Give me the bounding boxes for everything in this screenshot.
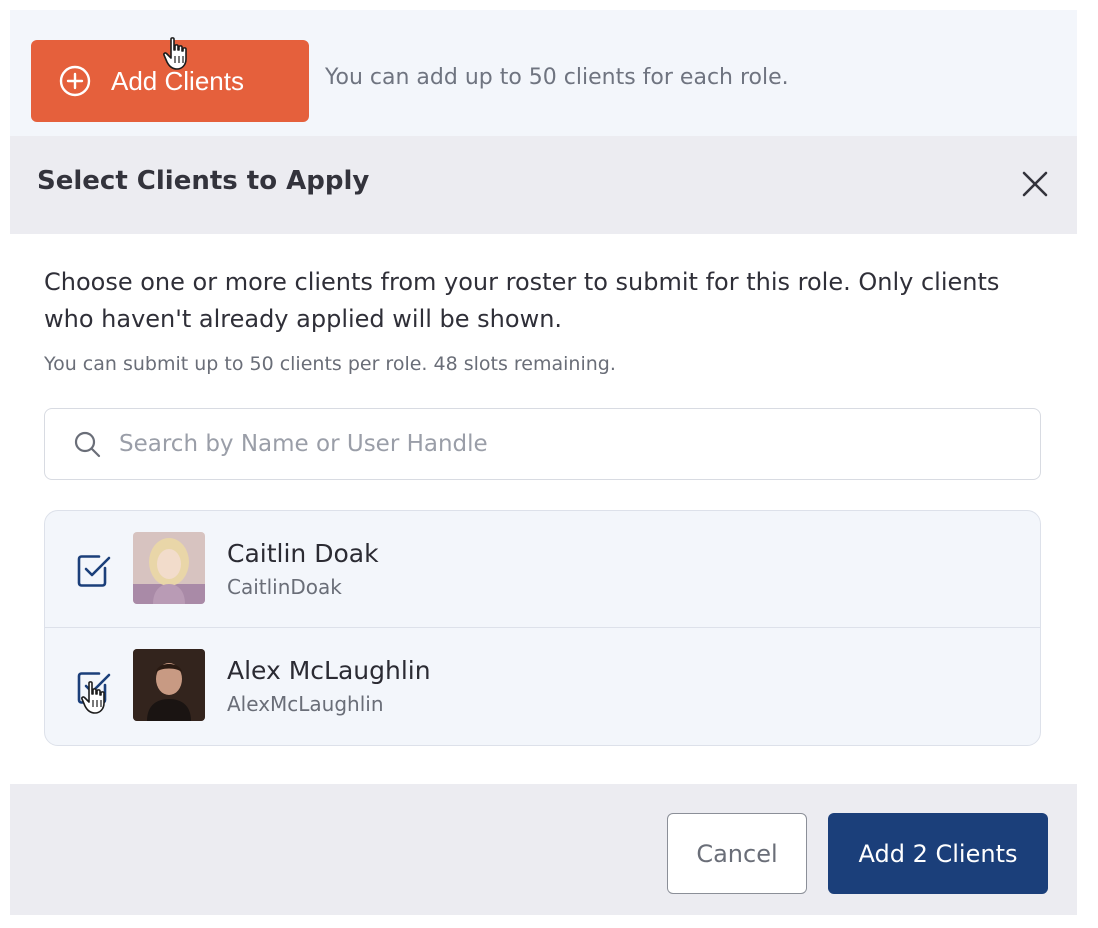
list-item[interactable]: Caitlin Doak CaitlinDoak	[45, 511, 1040, 628]
modal-description: Choose one or more clients from your ros…	[44, 268, 1000, 333]
search-icon	[73, 430, 101, 458]
avatar	[133, 532, 205, 604]
hand-cursor-icon	[80, 680, 110, 716]
client-name: Caitlin Doak	[227, 539, 379, 568]
close-icon[interactable]	[1019, 168, 1051, 200]
modal-header: Select Clients to Apply	[10, 136, 1077, 234]
checkbox-checked-icon[interactable]	[75, 551, 113, 589]
hand-cursor-icon	[162, 36, 192, 72]
search-box[interactable]	[44, 408, 1041, 480]
avatar	[133, 649, 205, 721]
add-clients-submit-button[interactable]: Add 2 Clients	[828, 813, 1048, 894]
client-handle: CaitlinDoak	[227, 575, 342, 599]
client-handle: AlexMcLaughlin	[227, 692, 384, 716]
client-limit-note: You can add up to 50 clients for each ro…	[325, 65, 789, 90]
plus-circle-icon	[59, 65, 91, 97]
modal-footer: Cancel Add 2 Clients	[10, 784, 1077, 915]
topbar: Add Clients You can add up to 50 clients…	[10, 10, 1077, 136]
client-list: Caitlin Doak CaitlinDoak Alex McLaughlin…	[44, 510, 1041, 746]
modal-title: Select Clients to Apply	[37, 166, 370, 196]
cancel-button[interactable]: Cancel	[667, 813, 807, 894]
client-name: Alex McLaughlin	[227, 656, 431, 685]
list-item[interactable]: Alex McLaughlin AlexMcLaughlin	[45, 628, 1040, 745]
search-input[interactable]	[119, 431, 1019, 457]
quota-note: You can submit up to 50 clients per role…	[44, 353, 616, 375]
